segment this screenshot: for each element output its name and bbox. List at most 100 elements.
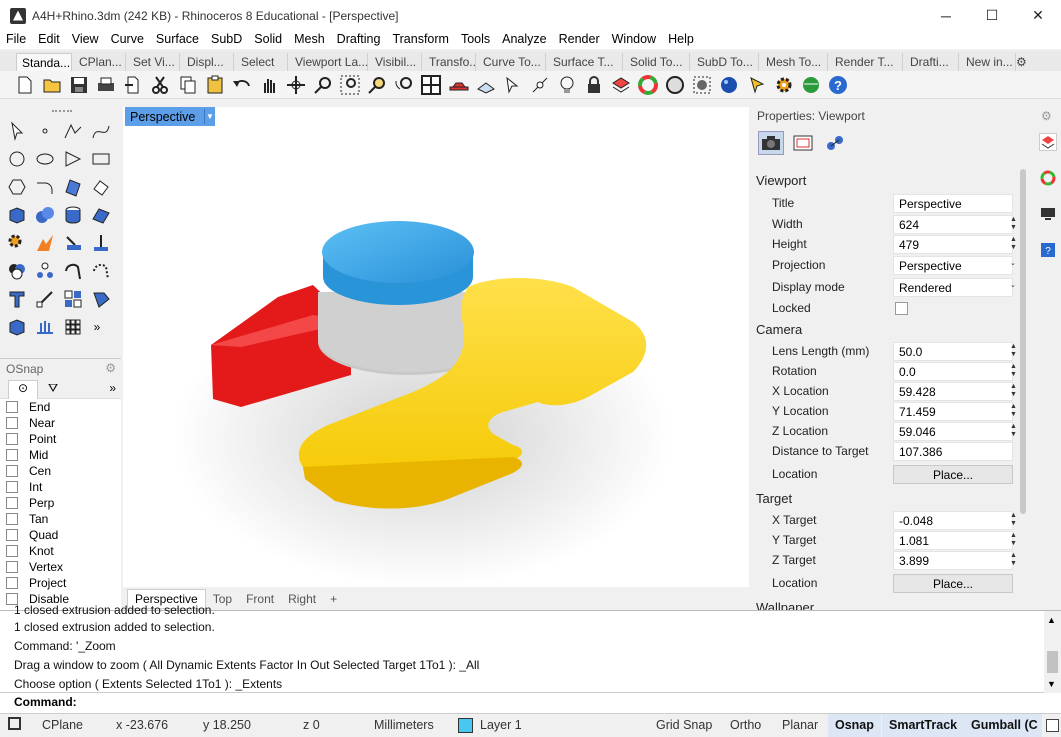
rotate-view-icon[interactable] xyxy=(285,74,307,96)
chevron-right-icon[interactable]: » xyxy=(109,381,116,395)
menu-transform[interactable]: Transform xyxy=(386,29,455,49)
zoom-icon[interactable] xyxy=(312,74,334,96)
menu-solid[interactable]: Solid xyxy=(248,29,288,49)
add-viewport-icon[interactable]: + xyxy=(323,592,344,606)
y-location-field[interactable]: 71.459 xyxy=(893,401,1013,421)
zoom-window-icon[interactable] xyxy=(339,74,361,96)
camera-place-button[interactable]: Place... xyxy=(893,464,1013,484)
x-target-field[interactable]: -0.048 xyxy=(893,510,1013,530)
arc-icon[interactable] xyxy=(34,176,56,198)
viewport-title-tab[interactable]: Perspective ▼ xyxy=(125,107,215,126)
units-label[interactable]: Millimeters xyxy=(374,718,434,732)
boolean-icon[interactable] xyxy=(6,260,28,282)
car-icon[interactable] xyxy=(448,74,470,96)
title-field[interactable]: Perspective xyxy=(893,193,1013,213)
rhino-app-icon[interactable] xyxy=(10,7,26,24)
gear-icon[interactable]: ⚙ xyxy=(105,361,116,375)
open-file-icon[interactable] xyxy=(41,74,63,96)
osnap-vertex[interactable]: Vertex xyxy=(0,559,121,575)
cursor-icon[interactable] xyxy=(502,74,524,96)
polyline-icon[interactable] xyxy=(62,120,84,142)
cube-icon[interactable] xyxy=(6,316,28,338)
tab-new-in-v8[interactable]: New in... xyxy=(961,53,1016,71)
osnap-tan[interactable]: Tan xyxy=(0,511,121,527)
tab-standard[interactable]: Standa... xyxy=(16,53,72,71)
planar-toggle[interactable]: Planar xyxy=(782,718,818,732)
spinner-icon[interactable]: ▲ ▼ xyxy=(1010,552,1019,568)
spinner-icon[interactable]: ▲ ▼ xyxy=(1010,532,1019,548)
target-place-button[interactable]: Place... xyxy=(893,573,1013,593)
tab-viewport-layout[interactable]: Viewport La... xyxy=(290,53,368,71)
status-options-icon[interactable] xyxy=(1046,719,1059,732)
osnap-end[interactable]: End xyxy=(0,399,121,415)
rendered-scene[interactable] xyxy=(123,107,749,587)
minimize-button[interactable]: ─ xyxy=(923,0,969,31)
spinner-icon[interactable]: ▲ ▼ xyxy=(1010,512,1019,528)
tab-right[interactable]: Right xyxy=(281,592,323,606)
spinner-icon[interactable]: ▲ ▼ xyxy=(1010,363,1019,379)
perspective-viewport[interactable] xyxy=(123,107,749,587)
new-file-icon[interactable] xyxy=(14,74,36,96)
spinner-icon[interactable]: ▲ ▼ xyxy=(1010,383,1019,399)
spinner-icon[interactable]: ▲ ▼ xyxy=(1010,423,1019,439)
menu-edit[interactable]: Edit xyxy=(32,29,66,49)
z-location-field[interactable]: 59.046 xyxy=(893,421,1013,441)
menu-analyze[interactable]: Analyze xyxy=(496,29,552,49)
menu-subd[interactable]: SubD xyxy=(205,29,248,49)
osnap-knot[interactable]: Knot xyxy=(0,543,121,559)
cut-icon[interactable] xyxy=(149,74,171,96)
checkbox[interactable] xyxy=(6,465,18,477)
light-bulb-icon[interactable] xyxy=(556,74,578,96)
menu-surface[interactable]: Surface xyxy=(150,29,205,49)
spinner-icon[interactable]: ▲ ▼ xyxy=(1010,403,1019,419)
four-views-icon[interactable] xyxy=(420,74,442,96)
undo-icon[interactable] xyxy=(231,74,253,96)
command-prompt[interactable]: Command: xyxy=(0,692,1044,712)
osnap-near[interactable]: Near xyxy=(0,415,121,431)
point-icon[interactable] xyxy=(34,120,56,142)
lens-field[interactable]: 50.0 xyxy=(893,341,1013,361)
layer-icon[interactable] xyxy=(610,74,632,96)
tab-curve-tools[interactable]: Curve To... xyxy=(478,53,546,71)
blue-sphere-icon[interactable] xyxy=(718,74,740,96)
padlock-icon[interactable] xyxy=(583,74,605,96)
height-field[interactable]: 479 xyxy=(893,234,1013,254)
osnap-target-icon[interactable]: ⊙ xyxy=(8,380,38,399)
scroll-up-icon[interactable]: ▲ xyxy=(1047,615,1056,625)
osnap-int[interactable]: Int xyxy=(0,479,121,495)
import-icon[interactable] xyxy=(122,74,144,96)
z-target-field[interactable]: 3.899 xyxy=(893,550,1013,570)
array-icon[interactable] xyxy=(34,260,56,282)
dim-icon[interactable] xyxy=(62,232,84,254)
circle-icon[interactable] xyxy=(6,148,28,170)
sphere-icon[interactable] xyxy=(664,74,686,96)
checkbox[interactable] xyxy=(6,529,18,541)
maximize-button[interactable]: ☐ xyxy=(969,0,1015,31)
color-wheel-icon[interactable] xyxy=(637,74,659,96)
width-field[interactable]: 624 xyxy=(893,214,1013,234)
menu-help[interactable]: Help xyxy=(662,29,700,49)
color-wheel-icon[interactable] xyxy=(1040,170,1056,189)
projection-select[interactable]: Perspective xyxy=(893,255,1013,275)
checkbox[interactable] xyxy=(6,545,18,557)
render-grid-icon[interactable] xyxy=(691,74,713,96)
y-target-field[interactable]: 1.081 xyxy=(893,530,1013,550)
ellipse-icon[interactable] xyxy=(34,148,56,170)
osnap-project[interactable]: Project xyxy=(0,575,121,591)
gumball-toggle[interactable]: Gumball (C xyxy=(964,714,1042,737)
cursor-arrow-icon[interactable] xyxy=(746,74,768,96)
zoom-extents-icon[interactable] xyxy=(366,74,388,96)
curve-icon[interactable] xyxy=(90,120,112,142)
checkbox[interactable] xyxy=(6,401,18,413)
cplane-label[interactable]: CPlane xyxy=(42,718,83,732)
x-location-field[interactable]: 59.428 xyxy=(893,381,1013,401)
polygon-icon[interactable] xyxy=(62,148,84,170)
tab-mesh-tools[interactable]: Mesh To... xyxy=(761,53,828,71)
tab-cplanes[interactable]: CPlan... xyxy=(74,53,126,71)
history-scrollbar[interactable]: ▲ ▼ xyxy=(1044,611,1061,693)
chevron-down-icon[interactable]: ▼ xyxy=(204,109,215,124)
menu-view[interactable]: View xyxy=(66,29,105,49)
grip-handle[interactable] xyxy=(52,110,72,113)
text-icon[interactable] xyxy=(6,288,28,310)
paste-icon[interactable] xyxy=(204,74,226,96)
